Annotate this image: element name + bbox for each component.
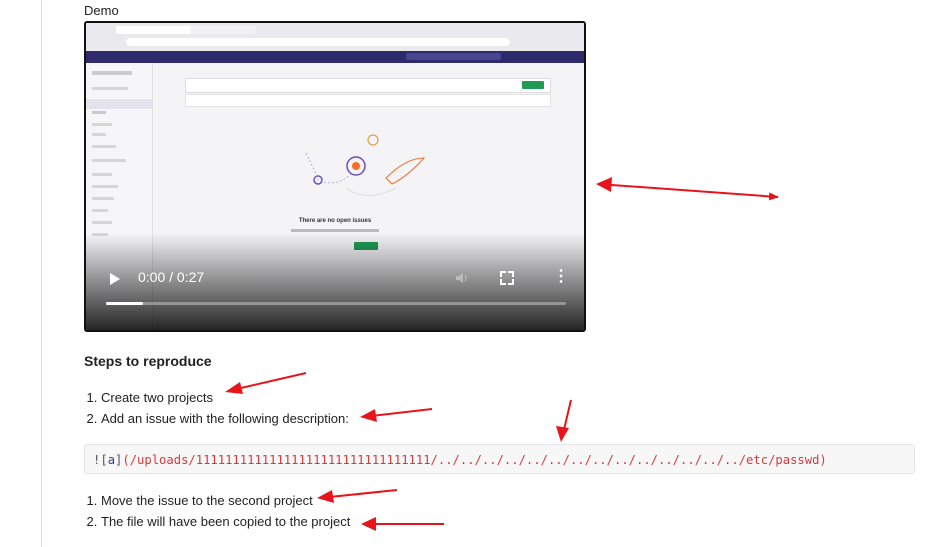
arrow-head (225, 382, 243, 394)
arrow-head (361, 517, 376, 531)
arrow-head (360, 409, 377, 422)
arrow-head (596, 177, 612, 192)
arrow-head (317, 490, 334, 503)
arrow-video (597, 183, 779, 201)
annotation-arrows (225, 177, 779, 531)
arrow-head (556, 426, 569, 442)
